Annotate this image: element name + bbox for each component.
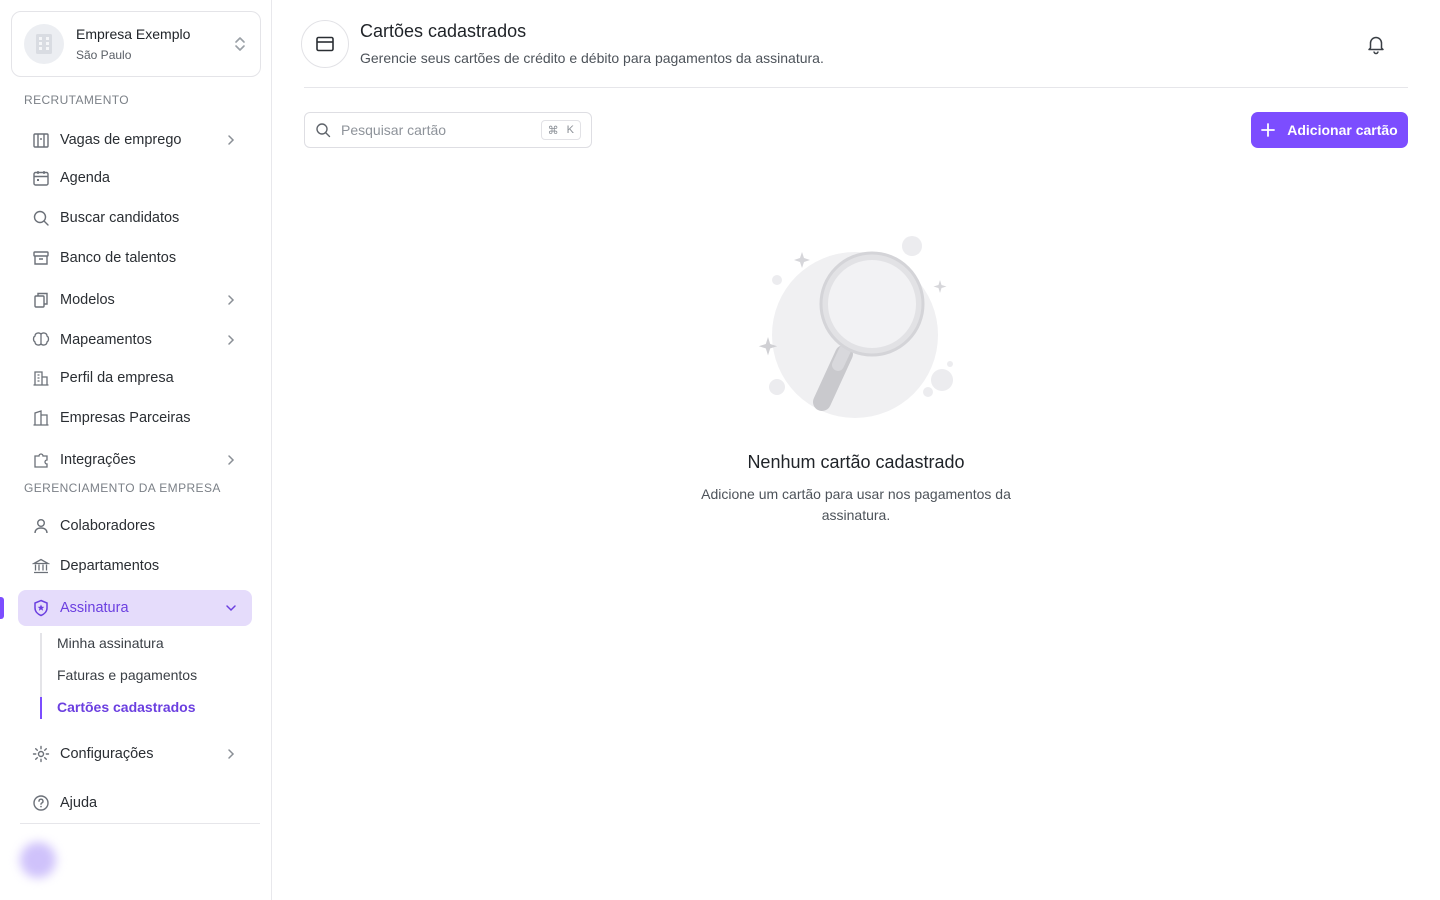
page-subtitle: Gerencie seus cartões de crédito e débit… bbox=[360, 50, 824, 66]
office-building-icon bbox=[36, 34, 52, 54]
command-key-icon: ⌘ bbox=[547, 124, 559, 137]
sidebar-item-departamentos[interactable]: Departamentos bbox=[18, 548, 252, 584]
chevron-right-icon bbox=[228, 455, 235, 465]
search-icon bbox=[316, 123, 331, 138]
chevron-up-down-icon bbox=[235, 37, 245, 51]
sidebar-item-label: Configurações bbox=[60, 746, 154, 762]
sidebar-item-label: Modelos bbox=[60, 292, 115, 308]
buildings-icon bbox=[32, 409, 50, 427]
shield-star-icon bbox=[32, 599, 50, 617]
sidebar-item-label: Assinatura bbox=[60, 600, 129, 616]
keyboard-shortcut-badge: ⌘ K bbox=[540, 120, 581, 140]
sidebar-item-label: Banco de talentos bbox=[60, 250, 177, 266]
search-icon bbox=[32, 209, 50, 227]
sidebar-item-agenda[interactable]: Agenda bbox=[18, 160, 252, 196]
sidebar-item-ajuda[interactable]: Ajuda bbox=[18, 785, 252, 821]
subitem-minha-assinatura[interactable]: Minha assinatura bbox=[57, 635, 164, 651]
sidebar-item-label: Buscar candidatos bbox=[60, 210, 180, 226]
sidebar-item-label: Agenda bbox=[60, 170, 110, 186]
user-icon bbox=[32, 517, 50, 535]
sidebar-item-vagas[interactable]: Vagas de emprego bbox=[18, 122, 252, 158]
chevron-down-icon bbox=[226, 605, 236, 612]
search-box[interactable]: ⌘ K bbox=[304, 112, 592, 148]
credit-card-icon bbox=[301, 20, 349, 68]
chevron-right-icon bbox=[228, 749, 235, 759]
empty-state-description: Adicione um cartão para usar nos pagamen… bbox=[701, 486, 1011, 523]
sidebar-item-assinatura[interactable]: Assinatura bbox=[18, 590, 252, 626]
sidebar-divider bbox=[20, 823, 260, 824]
sidebar-item-label: Empresas Parceiras bbox=[60, 410, 191, 426]
subitem-cartoes-cadastrados[interactable]: Cartões cadastrados bbox=[57, 699, 196, 715]
add-card-button[interactable]: Adicionar cartão bbox=[1251, 112, 1408, 148]
company-avatar bbox=[24, 24, 64, 64]
chevron-right-icon bbox=[228, 335, 235, 345]
sidebar-item-label: Mapeamentos bbox=[60, 332, 152, 348]
subitem-faturas-pagamentos[interactable]: Faturas e pagamentos bbox=[57, 667, 197, 683]
sidebar-item-colaboradores[interactable]: Colaboradores bbox=[18, 508, 252, 544]
copy-icon bbox=[32, 291, 50, 309]
sidebar-item-label: Integrações bbox=[60, 452, 136, 468]
sidebar-item-mapeamentos[interactable]: Mapeamentos bbox=[18, 322, 252, 358]
sidebar-item-label: Departamentos bbox=[60, 558, 160, 574]
gear-icon bbox=[32, 745, 50, 763]
sidebar-item-label: Ajuda bbox=[60, 795, 98, 811]
shortcut-key: K bbox=[566, 124, 574, 136]
empty-search-illustration-icon bbox=[758, 236, 953, 418]
sidebar: Empresa Exemplo São Paulo RECRUTAMENTO V… bbox=[0, 0, 272, 900]
active-indicator bbox=[0, 597, 4, 619]
user-name bbox=[70, 845, 260, 860]
add-card-label: Adicionar cartão bbox=[1287, 122, 1398, 138]
submenu-active-line bbox=[40, 697, 42, 719]
sidebar-item-label: Colaboradores bbox=[60, 518, 156, 534]
building-icon bbox=[32, 131, 50, 149]
calendar-icon bbox=[32, 169, 50, 187]
company-profile-icon bbox=[32, 369, 50, 387]
section-label-recruitment: RECRUTAMENTO bbox=[24, 93, 130, 107]
sidebar-item-integracoes[interactable]: Integrações bbox=[18, 442, 252, 478]
sidebar-item-modelos[interactable]: Modelos bbox=[18, 282, 252, 318]
company-switcher[interactable]: Empresa Exemplo São Paulo bbox=[11, 11, 261, 77]
search-input[interactable] bbox=[341, 122, 541, 138]
archive-icon bbox=[32, 249, 50, 267]
company-name: Empresa Exemplo bbox=[76, 26, 191, 42]
company-city: São Paulo bbox=[76, 48, 132, 62]
sidebar-item-label: Vagas de emprego bbox=[60, 132, 182, 148]
help-circle-icon bbox=[32, 794, 50, 812]
brain-icon bbox=[32, 331, 50, 349]
sidebar-item-banco-talentos[interactable]: Banco de talentos bbox=[18, 240, 252, 276]
sidebar-item-perfil-empresa[interactable]: Perfil da empresa bbox=[18, 360, 252, 396]
bank-icon bbox=[32, 557, 50, 575]
sidebar-item-buscar-candidatos[interactable]: Buscar candidatos bbox=[18, 200, 252, 236]
page-title: Cartões cadastrados bbox=[360, 21, 527, 41]
chevron-right-icon bbox=[228, 135, 235, 145]
user-email bbox=[70, 864, 260, 876]
chevron-right-icon bbox=[228, 295, 235, 305]
sidebar-item-label: Perfil da empresa bbox=[60, 370, 174, 386]
bell-icon[interactable] bbox=[1365, 33, 1387, 55]
header-divider bbox=[304, 87, 1408, 88]
avatar bbox=[20, 842, 56, 878]
section-label-management: GERENCIAMENTO DA EMPRESA bbox=[24, 481, 221, 495]
sidebar-item-empresas-parceiras[interactable]: Empresas Parceiras bbox=[18, 400, 252, 436]
user-profile-blurred[interactable] bbox=[20, 836, 260, 884]
empty-state-title: Nenhum cartão cadastrado bbox=[747, 452, 965, 472]
puzzle-icon bbox=[32, 451, 50, 469]
sidebar-item-configuracoes[interactable]: Configurações bbox=[18, 736, 252, 772]
plus-icon bbox=[1261, 123, 1276, 137]
